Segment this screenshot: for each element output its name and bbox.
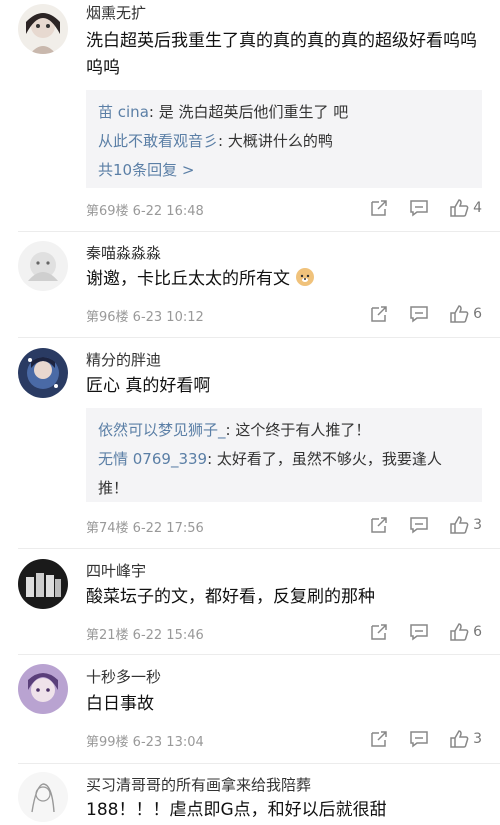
thumbs-up-icon[interactable] [449,515,469,535]
comment-text: 洗白超英后我重生了真的真的真的真的超级好看呜呜呜呜 [86,31,477,78]
comment-meta: 第21楼 6-22 15:46 6 [86,622,482,644]
comment-meta: 第99楼 6-23 13:04 3 [86,729,482,751]
like-count: 6 [473,306,482,322]
reply-line: 苗 cina: 是 洗白超英后他们重生了 吧 [98,103,349,121]
share-icon[interactable] [369,729,389,749]
divider [18,548,500,549]
divider [18,231,500,232]
reply-text: 是 洗白超英后他们重生了 吧 [158,103,349,121]
reply-text: 大概讲什么的鸭 [227,132,333,150]
floor-time: 第99楼 6-23 13:04 [86,735,204,750]
floor-time: 第21楼 6-22 15:46 [86,628,204,643]
comment-icon[interactable] [409,198,429,218]
more-replies-link[interactable]: 共10条回复 > [98,156,470,185]
comment-icon[interactable] [409,515,429,535]
floor-time: 第74楼 6-22 17:56 [86,521,204,536]
username[interactable]: 秦喵淼淼淼 [86,242,161,263]
username[interactable]: 烟熏无扩 [86,2,146,23]
thumbs-up-icon[interactable] [449,198,469,218]
reply-line: 从此不敢看观音彡: 大概讲什么的鸭 [98,132,333,150]
comment-text: 谢邀，卡比丘太太的所有文 [86,266,482,293]
comment-icon[interactable] [409,729,429,749]
avatar[interactable] [18,664,68,714]
avatar[interactable] [18,348,68,398]
reply-user[interactable]: 苗 cina [98,103,149,121]
avatar[interactable] [18,772,68,822]
share-icon[interactable] [369,515,389,535]
username[interactable]: 买习清哥哥的所有画拿来给我陪葬 [86,774,311,795]
reply-text: 这个终于有人推了！ [235,421,371,439]
avatar[interactable] [18,4,68,54]
comment-text: 匠心 真的好看啊 [86,376,211,396]
comment-text: 白日事故 [86,694,154,714]
comment-icon[interactable] [409,622,429,642]
like-count: 3 [473,517,482,533]
like-count: 4 [473,200,482,216]
divider [18,763,500,764]
reply-box[interactable]: 苗 cina: 是 洗白超英后他们重生了 吧 从此不敢看观音彡: 大概讲什么的鸭… [86,90,482,188]
reply-box[interactable]: 依然可以梦见狮子_: 这个终于有人推了！ 无情 0769_339: 太好看了，虽… [86,408,482,502]
thumbs-up-icon[interactable] [449,622,469,642]
username[interactable]: 精分的胖迪 [86,349,161,370]
comment-icon[interactable] [409,304,429,324]
comment-meta: 第69楼 6-22 16:48 4 [86,198,482,220]
reply-line: 依然可以梦见狮子_: 这个终于有人推了！ [98,421,371,439]
share-icon[interactable] [369,622,389,642]
comment-meta: 第96楼 6-23 10:12 6 [86,304,482,326]
reply-user[interactable]: 依然可以梦见狮子_ [98,421,226,439]
floor-time: 第96楼 6-23 10:12 [86,310,204,325]
avatar[interactable] [18,559,68,609]
like-count: 3 [473,731,482,747]
divider [18,337,500,338]
reply-user[interactable]: 无情 0769_339 [98,450,207,468]
reply-user[interactable]: 从此不敢看观音彡 [98,132,218,150]
thumbs-up-icon[interactable] [449,729,469,749]
comment-text-body: 谢邀，卡比丘太太的所有文 [86,269,290,289]
floor-time: 第69楼 6-22 16:48 [86,204,204,219]
doge-emoji-icon [296,268,315,286]
avatar[interactable] [18,241,68,291]
share-icon[interactable] [369,304,389,324]
share-icon[interactable] [369,198,389,218]
username[interactable]: 四叶峰宇 [86,560,146,581]
comment-meta: 第74楼 6-22 17:56 3 [86,515,482,537]
reply-line: 无情 0769_339: 太好看了，虽然不够火，我要逢人推！ [98,450,442,497]
username[interactable]: 十秒多一秒 [86,666,161,687]
divider [18,654,500,655]
like-count: 6 [473,624,482,640]
comment-text: 酸菜坛子的文，都好看，反复刷的那种 [86,587,375,607]
comment-text: 188！！！虐点即G点，和好以后就很甜 [86,800,387,820]
thumbs-up-icon[interactable] [449,304,469,324]
